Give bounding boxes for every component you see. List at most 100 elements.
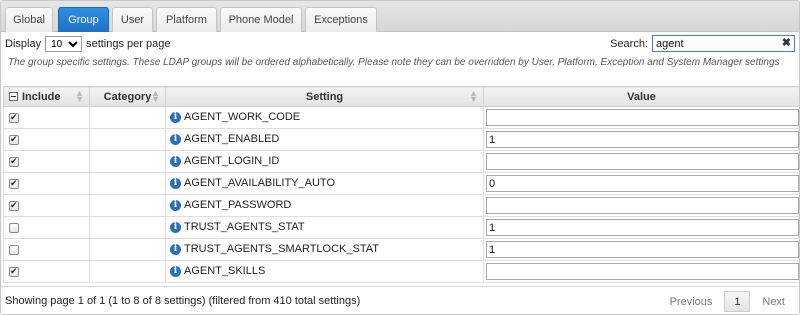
category-cell bbox=[89, 194, 166, 217]
tab-global[interactable]: Global bbox=[5, 7, 53, 32]
header-value: Value bbox=[483, 86, 799, 107]
info-icon[interactable]: i bbox=[170, 112, 181, 124]
include-checkbox[interactable] bbox=[9, 222, 19, 233]
setting-name: AGENT_SKILLS bbox=[184, 265, 266, 278]
value-input[interactable] bbox=[486, 263, 799, 280]
info-icon[interactable]: i bbox=[170, 266, 181, 278]
settings-panel: Global Group User Platform Phone Model E… bbox=[0, 0, 800, 315]
category-cell bbox=[89, 260, 166, 283]
header-category[interactable]: Category ▲ ▼ bbox=[89, 86, 166, 107]
setting-name: TRUST_AGENTS_STAT bbox=[184, 221, 305, 234]
include-checkbox[interactable] bbox=[9, 266, 19, 277]
sort-icon: ▲ ▼ bbox=[151, 88, 160, 104]
setting-cell: i AGENT_AVAILABILITY_AUTO bbox=[165, 172, 484, 195]
next-button[interactable]: Next bbox=[750, 296, 797, 308]
include-checkbox[interactable] bbox=[9, 112, 19, 123]
table-row: iAGENT_AVAILABILITY_AUTO bbox=[3, 172, 799, 195]
setting-name: AGENT_LOGIN_ID bbox=[184, 155, 280, 168]
tab-bar: Global Group User Platform Phone Model E… bbox=[1, 1, 799, 32]
header-setting[interactable]: Setting ▲ ▼ bbox=[165, 86, 484, 107]
tab-group[interactable]: Group bbox=[58, 7, 109, 32]
tab-user[interactable]: User bbox=[112, 7, 153, 32]
include-checkbox[interactable] bbox=[9, 156, 19, 167]
header-include[interactable]: Include ▲ ▼ bbox=[3, 86, 90, 107]
sort-icon: ▲ ▼ bbox=[75, 88, 84, 104]
include-checkbox[interactable] bbox=[9, 178, 19, 189]
table-row: i TRUST_AGENTS_SMARTLOCK_STAT bbox=[3, 238, 799, 261]
value-input[interactable] bbox=[486, 241, 799, 258]
search-box: ✖ bbox=[652, 35, 795, 52]
setting-cell: i AGENT_PASSWORD bbox=[165, 194, 484, 217]
tab-phone-model[interactable]: Phone Model bbox=[220, 7, 302, 32]
info-icon[interactable]: i bbox=[170, 156, 181, 168]
sort-icon: ▲ ▼ bbox=[469, 88, 478, 104]
page-1-button[interactable]: 1 bbox=[724, 291, 751, 312]
setting-name: TRUST_AGENTS_SMARTLOCK_STAT bbox=[184, 243, 379, 256]
previous-button[interactable]: Previous bbox=[658, 296, 725, 308]
search-control: Search: ✖ bbox=[610, 35, 795, 52]
value-input[interactable] bbox=[486, 219, 799, 236]
include-checkbox[interactable] bbox=[9, 244, 19, 255]
category-cell bbox=[89, 216, 166, 239]
category-cell bbox=[89, 106, 166, 129]
setting-name: AGENT_PASSWORD bbox=[184, 199, 292, 212]
info-icon[interactable]: i bbox=[170, 222, 181, 234]
value-cell bbox=[483, 128, 799, 151]
include-checkbox[interactable] bbox=[9, 134, 19, 145]
value-cell bbox=[483, 194, 799, 217]
include-cell bbox=[3, 150, 90, 173]
clear-search-icon[interactable]: ✖ bbox=[782, 36, 791, 51]
table-row: iAGENT_SKILLS bbox=[3, 260, 799, 283]
setting-cell: i AGENT_LOGIN_ID bbox=[165, 150, 484, 173]
value-input[interactable] bbox=[486, 131, 799, 148]
category-cell bbox=[89, 238, 166, 261]
value-input[interactable] bbox=[486, 197, 799, 214]
table-footer: Showing page 1 of 1 (1 to 8 of 8 setting… bbox=[1, 286, 799, 314]
page-length-control: Display 10 settings per page bbox=[5, 36, 170, 52]
value-cell bbox=[483, 216, 799, 239]
table-row: i TRUST_AGENTS_STAT bbox=[3, 216, 799, 239]
setting-cell: i TRUST_AGENTS_STAT bbox=[165, 216, 484, 239]
setting-name: AGENT_AVAILABILITY_AUTO bbox=[184, 177, 335, 190]
setting-cell: i TRUST_AGENTS_SMARTLOCK_STAT bbox=[165, 238, 484, 261]
table-row: iAGENT_PASSWORD bbox=[3, 194, 799, 217]
per-page-label: settings per page bbox=[86, 38, 171, 50]
setting-cell: i AGENT_ENABLED bbox=[165, 128, 484, 151]
info-icon[interactable]: i bbox=[170, 134, 181, 146]
page-length-select[interactable]: 10 bbox=[45, 36, 83, 52]
value-input[interactable] bbox=[486, 153, 799, 170]
include-checkbox[interactable] bbox=[9, 200, 19, 211]
setting-cell: i AGENT_WORK_CODE bbox=[165, 106, 484, 129]
setting-name: AGENT_WORK_CODE bbox=[184, 111, 301, 124]
table-row: iAGENT_LOGIN_ID bbox=[3, 150, 799, 173]
include-cell bbox=[3, 194, 90, 217]
value-input[interactable] bbox=[486, 109, 799, 126]
table-row: iAGENT_ENABLED bbox=[3, 128, 799, 151]
header-value-label: Value bbox=[627, 90, 656, 103]
search-label: Search: bbox=[610, 37, 648, 50]
description-text: The group specific settings. These LDAP … bbox=[8, 57, 780, 68]
include-cell bbox=[3, 106, 90, 129]
setting-name: AGENT_ENABLED bbox=[184, 133, 280, 146]
info-icon[interactable]: i bbox=[170, 200, 181, 212]
include-cell bbox=[3, 260, 90, 283]
settings-table: Include ▲ ▼ Category ▲ ▼ Setting ▲ ▼ Value … bbox=[3, 86, 799, 283]
setting-cell: i AGENT_SKILLS bbox=[165, 260, 484, 283]
value-cell bbox=[483, 260, 799, 283]
header-include-label: Include bbox=[22, 90, 61, 103]
header-setting-label: Setting bbox=[305, 90, 344, 103]
value-cell bbox=[483, 106, 799, 129]
value-input[interactable] bbox=[486, 175, 799, 192]
table-row: iAGENT_WORK_CODE bbox=[3, 106, 799, 129]
tab-exceptions[interactable]: Exceptions bbox=[305, 7, 377, 32]
display-label: Display bbox=[5, 38, 42, 50]
table-info: Showing page 1 of 1 (1 to 8 of 8 setting… bbox=[5, 295, 361, 307]
value-cell bbox=[483, 172, 799, 195]
pagination: Previous 1 Next bbox=[658, 291, 797, 312]
value-cell bbox=[483, 150, 799, 173]
info-icon[interactable]: i bbox=[170, 244, 181, 256]
search-input[interactable] bbox=[653, 36, 779, 51]
select-all-checkbox[interactable] bbox=[9, 91, 18, 101]
tab-platform[interactable]: Platform bbox=[156, 7, 217, 32]
info-icon[interactable]: i bbox=[170, 178, 181, 190]
